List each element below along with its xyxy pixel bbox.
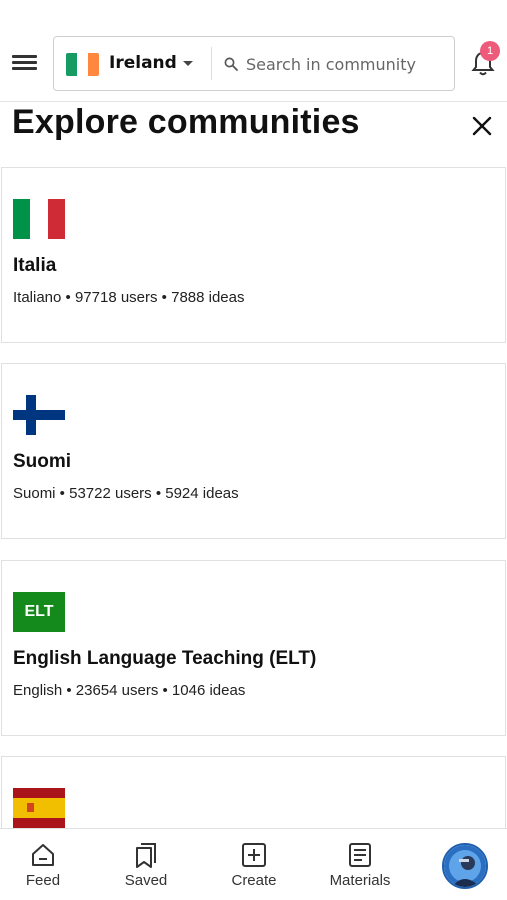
community-meta: Italiano • 97718 users • 7888 ideas — [13, 289, 245, 306]
ireland-flag-icon — [66, 53, 99, 76]
community-name: Suomi — [13, 451, 72, 472]
notification-badge: 1 — [480, 41, 500, 61]
document-icon — [349, 843, 371, 867]
bottom-navigation: Feed Saved Create Materials — [0, 828, 507, 900]
nav-label: Saved — [124, 872, 168, 889]
nav-feed[interactable]: Feed — [12, 829, 74, 900]
nav-saved[interactable]: Saved — [114, 829, 178, 900]
nav-materials[interactable]: Materials — [318, 829, 402, 900]
avatar-image — [444, 845, 486, 887]
search-field-wrapper — [220, 37, 452, 90]
home-icon — [32, 844, 54, 866]
community-meta: Suomi • 53722 users • 5924 ideas — [13, 485, 239, 502]
elt-badge-icon: ELT — [13, 592, 65, 632]
close-icon[interactable] — [470, 114, 494, 138]
divider — [211, 47, 212, 80]
top-app-bar: Ireland 1 — [0, 0, 507, 102]
community-name: Italia — [13, 255, 57, 276]
community-card-italia[interactable]: Italia Italiano • 97718 users • 7888 ide… — [1, 167, 506, 343]
bookmarks-icon — [136, 843, 156, 868]
country-selector[interactable]: Ireland — [54, 37, 212, 90]
nav-label: Create — [231, 872, 277, 889]
community-meta: English • 23654 users • 1046 ideas — [13, 682, 246, 699]
community-search-bar: Ireland — [53, 36, 455, 91]
user-avatar[interactable] — [442, 843, 488, 889]
search-input[interactable] — [246, 49, 450, 79]
community-card-elt[interactable]: ELT English Language Teaching (ELT) Engl… — [1, 560, 506, 736]
finland-flag-icon — [13, 395, 65, 435]
country-label: Ireland — [109, 53, 177, 73]
page-title: Explore communities — [12, 103, 360, 141]
community-name: English Language Teaching (ELT) — [13, 648, 317, 669]
community-card-suomi[interactable]: Suomi Suomi • 53722 users • 5924 ideas — [1, 363, 506, 539]
italy-flag-icon — [13, 199, 65, 239]
spain-flag-icon — [13, 788, 65, 828]
hamburger-menu-icon[interactable] — [12, 51, 38, 73]
nav-label: Feed — [25, 872, 61, 889]
add-box-icon — [242, 843, 266, 867]
nav-create[interactable]: Create — [222, 829, 286, 900]
dropdown-caret-icon — [183, 61, 193, 66]
search-icon — [224, 57, 238, 71]
nav-label: Materials — [329, 872, 391, 889]
